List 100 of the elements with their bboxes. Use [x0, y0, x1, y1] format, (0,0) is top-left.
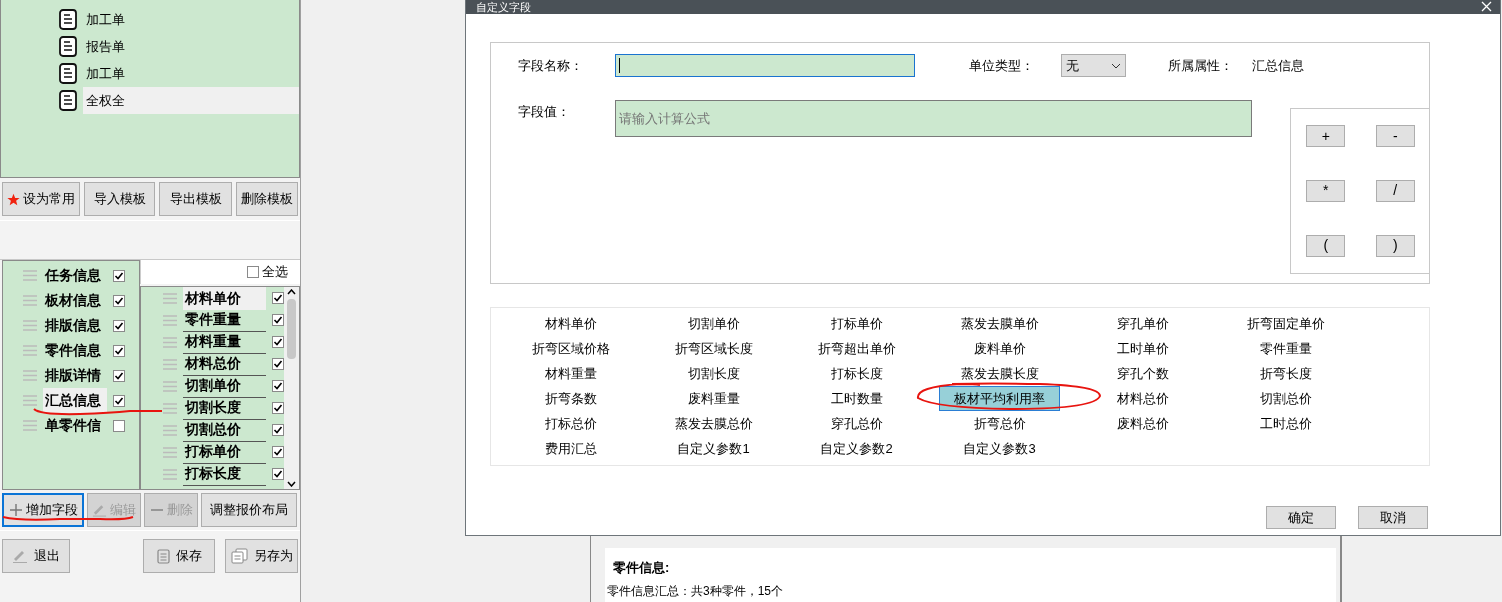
- template-button[interactable]: 导出模板: [159, 182, 232, 216]
- checkbox[interactable]: [272, 446, 284, 458]
- field-option[interactable]: 折弯总价: [959, 411, 1040, 436]
- drag-handle-icon[interactable]: [163, 446, 177, 458]
- category-item[interactable]: 零件信息: [43, 338, 107, 363]
- field-option[interactable]: 工时总价: [1245, 411, 1326, 436]
- action-button[interactable]: 调整报价布局: [201, 493, 297, 527]
- checkbox[interactable]: [272, 292, 284, 304]
- field-option[interactable]: 工时数量: [816, 386, 897, 411]
- drag-handle-icon[interactable]: [163, 336, 177, 348]
- checkbox[interactable]: [113, 294, 125, 307]
- template-button[interactable]: 导入模板: [84, 182, 156, 216]
- field-item[interactable]: 打标单价: [183, 440, 266, 464]
- checkbox[interactable]: [113, 369, 125, 382]
- scroll-down-icon[interactable]: [287, 481, 296, 487]
- scrollbar[interactable]: [284, 287, 299, 489]
- field-option[interactable]: 折弯区域长度: [660, 336, 767, 361]
- field-option[interactable]: 打标长度: [816, 361, 897, 386]
- dialog-button[interactable]: 确定: [1266, 506, 1336, 529]
- footer-button[interactable]: 退出: [2, 539, 70, 573]
- field-option[interactable]: 废料重量: [673, 386, 754, 411]
- checkbox[interactable]: [272, 358, 284, 370]
- checkbox-label[interactable]: 全选: [262, 262, 288, 282]
- field-option[interactable]: 打标总价: [530, 411, 611, 436]
- checkbox[interactable]: [272, 402, 284, 414]
- field-item[interactable]: 切割长度: [183, 396, 266, 420]
- name-input[interactable]: [615, 54, 915, 77]
- field-option[interactable]: 穿孔总价: [816, 411, 897, 436]
- operator-button[interactable]: /: [1375, 180, 1415, 202]
- drag-handle-icon[interactable]: [163, 380, 177, 392]
- field-option[interactable]: 废料单价: [959, 336, 1040, 361]
- tree-item[interactable]: 加工单: [83, 59, 128, 88]
- formula-input[interactable]: 请输入计算公式: [615, 100, 1252, 137]
- field-option[interactable]: 板材平均利用率: [939, 385, 1060, 412]
- field-option[interactable]: 切割总价: [1245, 386, 1326, 411]
- drag-handle-icon[interactable]: [23, 395, 37, 406]
- scrollbar-thumb[interactable]: [287, 299, 296, 359]
- drag-handle-icon[interactable]: [23, 420, 37, 431]
- template-button[interactable]: 设为常用: [2, 182, 80, 216]
- field-item[interactable]: 切割总价: [183, 418, 266, 442]
- checkbox[interactable]: [113, 419, 125, 432]
- field-option[interactable]: 折弯条数: [530, 386, 611, 411]
- field-option[interactable]: 自定义参数1: [663, 436, 764, 461]
- footer-button[interactable]: 保存: [143, 539, 215, 573]
- drag-handle-icon[interactable]: [163, 358, 177, 370]
- field-option[interactable]: 折弯固定单价: [1232, 311, 1339, 336]
- checkbox[interactable]: [272, 336, 284, 348]
- field-option[interactable]: 材料总价: [1102, 386, 1183, 411]
- checkbox[interactable]: [113, 394, 125, 407]
- field-option[interactable]: 自定义参数3: [949, 436, 1050, 461]
- field-option[interactable]: 折弯超出单价: [803, 336, 910, 361]
- checkbox[interactable]: [272, 314, 284, 326]
- field-option[interactable]: 穿孔个数: [1102, 361, 1183, 386]
- category-item[interactable]: 单零件信: [43, 413, 107, 438]
- dialog-button[interactable]: 取消: [1358, 506, 1428, 529]
- field-item[interactable]: 材料总价: [183, 352, 266, 376]
- drag-handle-icon[interactable]: [163, 402, 177, 414]
- field-item[interactable]: 材料重量: [183, 330, 266, 354]
- field-option[interactable]: 穿孔单价: [1102, 311, 1183, 336]
- checkbox[interactable]: [272, 424, 284, 436]
- scroll-up-icon[interactable]: [287, 289, 296, 295]
- field-option[interactable]: 打标单价: [816, 311, 897, 336]
- checkbox[interactable]: [113, 269, 125, 282]
- field-option[interactable]: 零件重量: [1245, 336, 1326, 361]
- category-item[interactable]: 排版详情: [43, 363, 107, 388]
- field-option[interactable]: 切割长度: [673, 361, 754, 386]
- field-option[interactable]: 自定义参数2: [806, 436, 907, 461]
- field-option[interactable]: 工时单价: [1102, 336, 1183, 361]
- template-button[interactable]: 删除模板: [235, 182, 298, 216]
- drag-handle-icon[interactable]: [23, 320, 37, 331]
- checkbox[interactable]: [272, 380, 284, 392]
- tree-item[interactable]: 报告单: [83, 32, 128, 61]
- unit-dropdown[interactable]: 无: [1061, 54, 1126, 77]
- field-option[interactable]: 折弯区域价格: [517, 336, 624, 361]
- operator-button[interactable]: *: [1306, 180, 1346, 202]
- checkbox[interactable]: [113, 344, 125, 357]
- field-option[interactable]: 材料单价: [530, 311, 611, 336]
- category-item[interactable]: 汇总信息: [43, 388, 107, 413]
- footer-button[interactable]: 另存为: [225, 539, 298, 573]
- field-option[interactable]: 费用汇总: [530, 436, 611, 461]
- field-option[interactable]: 切割单价: [673, 311, 754, 336]
- field-item[interactable]: 零件重量: [183, 308, 266, 332]
- field-option[interactable]: 蒸发去膜单价: [946, 311, 1053, 336]
- drag-handle-icon[interactable]: [163, 468, 177, 480]
- checkbox[interactable]: [272, 468, 284, 480]
- category-item[interactable]: 任务信息: [43, 263, 107, 288]
- field-option[interactable]: 折弯长度: [1245, 361, 1326, 386]
- drag-handle-icon[interactable]: [163, 424, 177, 436]
- tree-item[interactable]: 全权全: [83, 86, 299, 115]
- field-item[interactable]: 材料单价: [183, 287, 266, 310]
- operator-button[interactable]: (: [1306, 234, 1346, 257]
- operator-button[interactable]: -: [1375, 125, 1415, 148]
- tree-item[interactable]: 加工单: [83, 5, 128, 34]
- operator-button[interactable]: ): [1375, 234, 1415, 257]
- checkbox[interactable]: [113, 319, 125, 332]
- drag-handle-icon[interactable]: [163, 292, 177, 304]
- category-item[interactable]: 板材信息: [43, 288, 107, 313]
- action-button[interactable]: 增加字段: [2, 493, 84, 527]
- field-option[interactable]: 蒸发去膜长度: [946, 361, 1053, 386]
- drag-handle-icon[interactable]: [23, 345, 37, 356]
